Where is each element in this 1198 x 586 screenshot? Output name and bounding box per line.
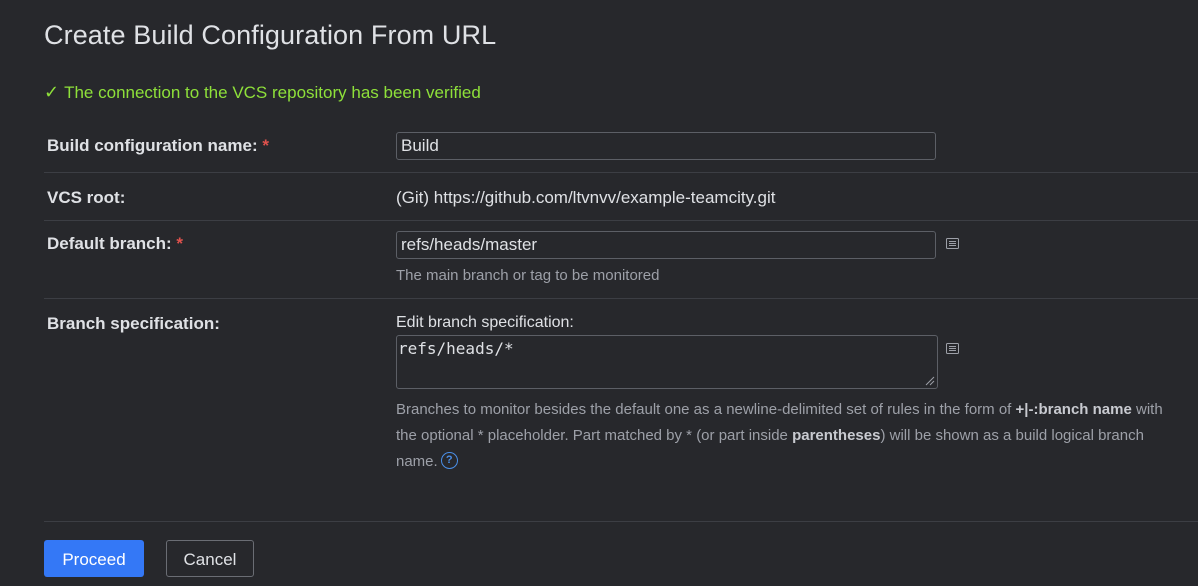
create-build-config-page: Create Build Configuration From URL ✓ Th… [0, 0, 1198, 586]
divider [44, 220, 1198, 221]
proceed-button[interactable]: Proceed [44, 540, 144, 577]
vcs-root-value: (Git) https://github.com/ltvnvv/example-… [396, 188, 776, 207]
help-icon[interactable]: ? [440, 451, 458, 469]
verified-message: ✓ The connection to the VCS repository h… [44, 82, 481, 103]
check-icon: ✓ [44, 82, 60, 102]
branch-spec-textarea[interactable]: refs/heads/* [396, 335, 938, 389]
branch-spec-label: Branch specification: [47, 314, 220, 333]
vcs-root-label: VCS root: [47, 188, 126, 207]
required-mark: * [262, 136, 269, 155]
parentheses-term: parentheses [792, 427, 881, 444]
default-branch-hint: The main branch or tag to be monitored [396, 267, 660, 284]
cancel-button[interactable]: Cancel [166, 540, 254, 577]
build-name-row: Build configuration name: * [44, 132, 1198, 172]
divider [44, 521, 1198, 522]
divider [44, 298, 1198, 299]
vcs-root-row: VCS root: (Git) https://github.com/ltvnv… [44, 186, 1198, 216]
rule-format: +|-:branch name [1015, 401, 1132, 418]
build-name-input[interactable] [396, 132, 936, 160]
required-mark: * [176, 234, 184, 253]
branch-spec-value: refs/heads/* [398, 339, 514, 358]
divider [44, 172, 1198, 173]
verified-text: The connection to the VCS repository has… [64, 82, 481, 102]
text-editor-icon[interactable] [946, 343, 959, 354]
branch-spec-description: Branches to monitor besides the default … [396, 401, 1163, 470]
page-title: Create Build Configuration From URL [44, 20, 497, 50]
build-name-label: Build configuration name: * [47, 136, 269, 155]
default-branch-row: Default branch: * The main branch or tag… [44, 231, 1198, 291]
default-branch-input[interactable] [396, 231, 936, 259]
text-editor-icon[interactable] [946, 238, 959, 249]
branch-spec-row: Branch specification: Edit branch specif… [44, 312, 1198, 482]
edit-branch-spec-label: Edit branch specification: [396, 314, 574, 331]
resize-handle-icon[interactable] [925, 376, 935, 386]
default-branch-label: Default branch: * [47, 234, 184, 253]
